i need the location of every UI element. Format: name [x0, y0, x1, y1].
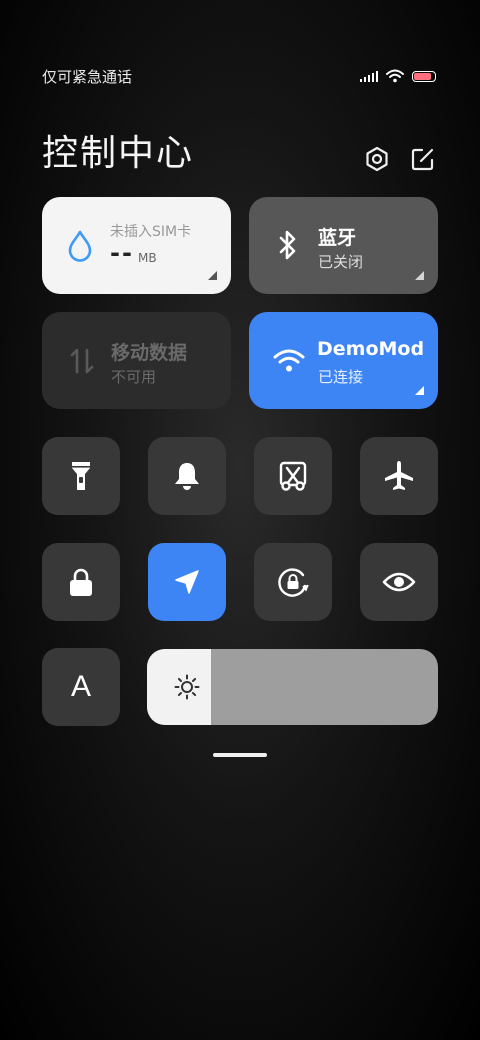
wifi-status: 已连接: [318, 368, 364, 386]
location-icon: [175, 570, 199, 594]
bell-icon: [175, 463, 199, 490]
bluetooth-status: 已关闭: [318, 253, 364, 271]
screenshot-toggle[interactable]: [254, 437, 332, 515]
lock-icon: [70, 568, 92, 596]
wifi-icon: [273, 349, 305, 372]
bluetooth-icon: [279, 230, 296, 260]
wifi-network-name: DemoMod: [317, 338, 425, 360]
reading-mode-toggle[interactable]: [360, 543, 438, 621]
data-usage-tile[interactable]: 未插入SIM卡 -- MB: [42, 197, 231, 294]
status-icons: [360, 66, 436, 86]
mobile-data-icon: [70, 348, 94, 374]
font-size-button[interactable]: A: [42, 648, 120, 726]
data-usage-value: --: [110, 239, 134, 267]
water-drop-icon: [68, 230, 92, 262]
rotation-lock-toggle[interactable]: [254, 543, 332, 621]
sim-status-label: 未插入SIM卡: [110, 224, 192, 240]
brightness-slider[interactable]: [147, 649, 438, 725]
wifi-status-icon: [386, 69, 404, 83]
location-toggle[interactable]: [148, 543, 226, 621]
expand-corner-icon: [415, 271, 424, 280]
screenshot-icon: [279, 461, 307, 491]
signal-icon: [360, 70, 378, 82]
flashlight-icon: [72, 462, 90, 490]
page-title: 控制中心: [42, 133, 195, 174]
screen-lock-toggle[interactable]: [42, 543, 120, 621]
flashlight-toggle[interactable]: [42, 437, 120, 515]
edit-button[interactable]: [410, 146, 436, 172]
airplane-icon: [385, 461, 413, 490]
data-usage-unit: MB: [138, 251, 157, 265]
expand-corner-icon: [415, 386, 424, 395]
rotation-lock-icon: [278, 568, 309, 597]
mobile-data-title: 移动数据: [111, 342, 188, 364]
bluetooth-title: 蓝牙: [318, 227, 357, 249]
bluetooth-tile[interactable]: 蓝牙 已关闭: [249, 197, 438, 294]
mobile-data-status: 不可用: [111, 368, 157, 386]
font-size-label: A: [70, 670, 91, 703]
gear-icon: [366, 146, 388, 172]
mobile-data-tile[interactable]: 移动数据 不可用: [42, 312, 231, 409]
eye-icon: [382, 572, 416, 592]
status-text: 仅可紧急通话: [42, 68, 133, 86]
edit-icon: [411, 148, 434, 171]
home-indicator[interactable]: [213, 753, 267, 757]
wifi-tile[interactable]: DemoMod 已连接: [249, 312, 438, 409]
airplane-mode-toggle[interactable]: [360, 437, 438, 515]
battery-icon: [412, 70, 436, 82]
brightness-icon: [174, 674, 200, 700]
ring-mode-toggle[interactable]: [148, 437, 226, 515]
expand-corner-icon: [208, 271, 217, 280]
settings-button[interactable]: [364, 146, 390, 172]
